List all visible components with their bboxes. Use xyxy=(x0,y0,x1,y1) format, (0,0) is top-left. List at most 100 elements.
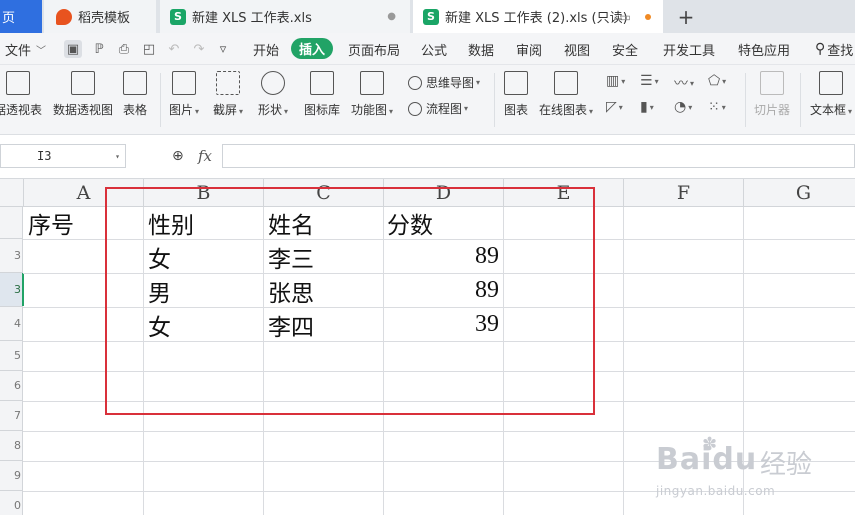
function-icon[interactable]: fx xyxy=(198,147,212,165)
scatter-chart-icon[interactable]: ⁙ ▾ xyxy=(708,99,726,115)
column-header-b[interactable]: B xyxy=(144,179,264,207)
menu-data[interactable]: 数据 xyxy=(468,33,494,65)
unsaved-dot-icon[interactable] xyxy=(645,13,651,20)
selection-indicator xyxy=(22,273,24,306)
icon-library-button[interactable]: 图标库 xyxy=(304,71,340,118)
docer-icon xyxy=(56,8,72,25)
cell-c-header[interactable]: 姓名 xyxy=(268,207,314,239)
select-all-corner[interactable] xyxy=(0,179,24,207)
slicer-label: 切片器 xyxy=(754,103,791,117)
cell-score[interactable]: 89 xyxy=(384,240,504,273)
chevron-down-icon[interactable]: ▾ xyxy=(115,152,120,161)
cell-a-header[interactable]: 序号 xyxy=(28,207,74,239)
area-chart-icon[interactable]: ◸ ▾ xyxy=(606,99,623,115)
cell-name[interactable]: 张思 xyxy=(268,274,314,307)
column-header-f[interactable]: F xyxy=(624,179,744,207)
cell-d-header[interactable]: 分数 xyxy=(387,207,433,239)
menu-home[interactable]: 开始 xyxy=(253,33,279,65)
screenshot-button[interactable]: 截屏 ▾ xyxy=(213,71,243,118)
function-chart-button[interactable]: 功能图 ▾ xyxy=(351,71,393,118)
print-icon[interactable]: ⎙ xyxy=(115,40,133,58)
cell-b-header[interactable]: 性别 xyxy=(148,207,194,239)
row-header-selected[interactable]: 3 xyxy=(0,273,24,307)
tab-template[interactable]: 稻壳模板 xyxy=(44,0,156,33)
tab-file-2[interactable]: S 新建 XLS 工作表 (2).xls (只读) ▭ xyxy=(413,0,663,33)
menu-security[interactable]: 安全 xyxy=(612,33,638,65)
row-header[interactable] xyxy=(0,207,23,239)
row-header[interactable]: 5 xyxy=(0,341,23,371)
pivot-chart-button[interactable]: 数据透视图 xyxy=(53,71,113,118)
screenshot-icon xyxy=(216,71,241,95)
menu-file[interactable]: 文件 ﹀ xyxy=(5,33,46,65)
cell-name[interactable]: 李四 xyxy=(268,308,314,341)
row-header[interactable]: 3 xyxy=(0,239,23,273)
cell-score[interactable]: 39 xyxy=(384,308,504,341)
table-button[interactable]: 表格 xyxy=(123,71,147,118)
menu-insert[interactable]: 插入 xyxy=(291,38,334,59)
spreadsheet-icon: S xyxy=(423,8,439,25)
stock-chart-icon[interactable]: ▮ ▾ xyxy=(640,99,654,115)
more-icon[interactable]: ▿ xyxy=(214,40,232,58)
row-header[interactable]: 8 xyxy=(0,431,23,461)
textbox-icon xyxy=(819,71,844,95)
column-header-g[interactable]: G xyxy=(744,179,855,207)
save-icon[interactable]: ▣ xyxy=(64,40,82,58)
cell-gender[interactable]: 女 xyxy=(148,240,171,273)
format-painter-icon[interactable]: ℙ xyxy=(90,40,108,58)
menu-developer[interactable]: 开发工具 xyxy=(663,33,715,65)
name-box-value: I3 xyxy=(37,149,52,163)
new-tab-button[interactable]: + xyxy=(672,0,700,33)
flowchart-label: 流程图 xyxy=(426,102,463,116)
redo-icon[interactable]: ↷ xyxy=(190,40,208,58)
row-header[interactable]: 7 xyxy=(0,401,23,431)
row-header[interactable]: 0 xyxy=(0,491,23,515)
function-chart-icon xyxy=(360,71,385,95)
online-chart-button[interactable]: 在线图表 ▾ xyxy=(539,71,593,118)
textbox-button[interactable]: 文本框 ▾ xyxy=(810,71,852,118)
bar-chart-h-icon[interactable]: ☰ ▾ xyxy=(640,73,659,89)
cell-gender[interactable]: 男 xyxy=(148,274,171,307)
shape-button[interactable]: 形状 ▾ xyxy=(258,71,288,118)
chart-button[interactable]: 图表 xyxy=(504,71,528,118)
cell-name[interactable]: 李三 xyxy=(268,240,314,273)
paw-icon: ✽ xyxy=(702,434,718,455)
menu-search[interactable]: ⚲ 查找 xyxy=(815,33,853,65)
menu-special[interactable]: 特色应用 xyxy=(738,33,790,65)
radar-chart-icon[interactable]: ⬠ ▾ xyxy=(708,73,726,89)
column-header-e[interactable]: E xyxy=(504,179,624,207)
watermark: Baidu ✽ 经验 jingyan.baidu.com xyxy=(650,434,850,514)
gridline xyxy=(263,207,264,515)
undo-icon[interactable]: ↶ xyxy=(165,40,183,58)
name-box[interactable]: I3 ▾ xyxy=(0,144,126,168)
cell-gender[interactable]: 女 xyxy=(148,308,171,341)
formula-input[interactable] xyxy=(222,144,855,168)
tab-close-dot-icon[interactable]: ● xyxy=(387,11,396,22)
column-header-d[interactable]: D xyxy=(384,179,504,207)
pie-chart-icon[interactable]: ◔ ▾ xyxy=(674,99,692,115)
flowchart-button[interactable]: 流程图 ▾ xyxy=(408,100,468,117)
picture-button[interactable]: 图片 ▾ xyxy=(169,71,199,118)
column-chart-icon[interactable]: ▥ ▾ xyxy=(606,73,625,89)
zoom-icon[interactable]: ⊕ xyxy=(172,148,184,164)
monitor-icon[interactable]: ▭ xyxy=(620,10,631,24)
slicer-button[interactable]: 切片器 xyxy=(754,71,790,118)
menu-review[interactable]: 审阅 xyxy=(516,33,542,65)
menu-page-layout[interactable]: 页面布局 xyxy=(348,33,400,65)
menu-formulas[interactable]: 公式 xyxy=(421,33,447,65)
line-chart-icon[interactable]: 〰 ▾ xyxy=(674,73,694,93)
cell-score[interactable]: 89 xyxy=(384,274,504,307)
row-header[interactable]: 9 xyxy=(0,461,23,491)
tab-file-1[interactable]: S 新建 XLS 工作表.xls ● xyxy=(160,0,410,33)
menu-view[interactable]: 视图 xyxy=(564,33,590,65)
mindmap-button[interactable]: 思维导图 ▾ xyxy=(408,74,480,91)
pivot-table-button[interactable]: 据透视表 xyxy=(0,71,42,118)
row-header[interactable]: 4 xyxy=(0,307,23,341)
menu-search-label: 查找 xyxy=(827,43,854,59)
tab-home[interactable]: 页 xyxy=(0,0,42,33)
picture-label: 图片 ▾ xyxy=(169,103,200,117)
column-header-a[interactable]: A xyxy=(24,179,144,207)
row-header[interactable]: 6 xyxy=(0,371,23,401)
spreadsheet-grid[interactable]: A B C D E F G 3 3 4 5 6 7 8 9 0 序号 性别 姓名… xyxy=(0,179,855,515)
print-preview-icon[interactable]: ◰ xyxy=(140,40,158,58)
column-header-c[interactable]: C xyxy=(264,179,384,207)
